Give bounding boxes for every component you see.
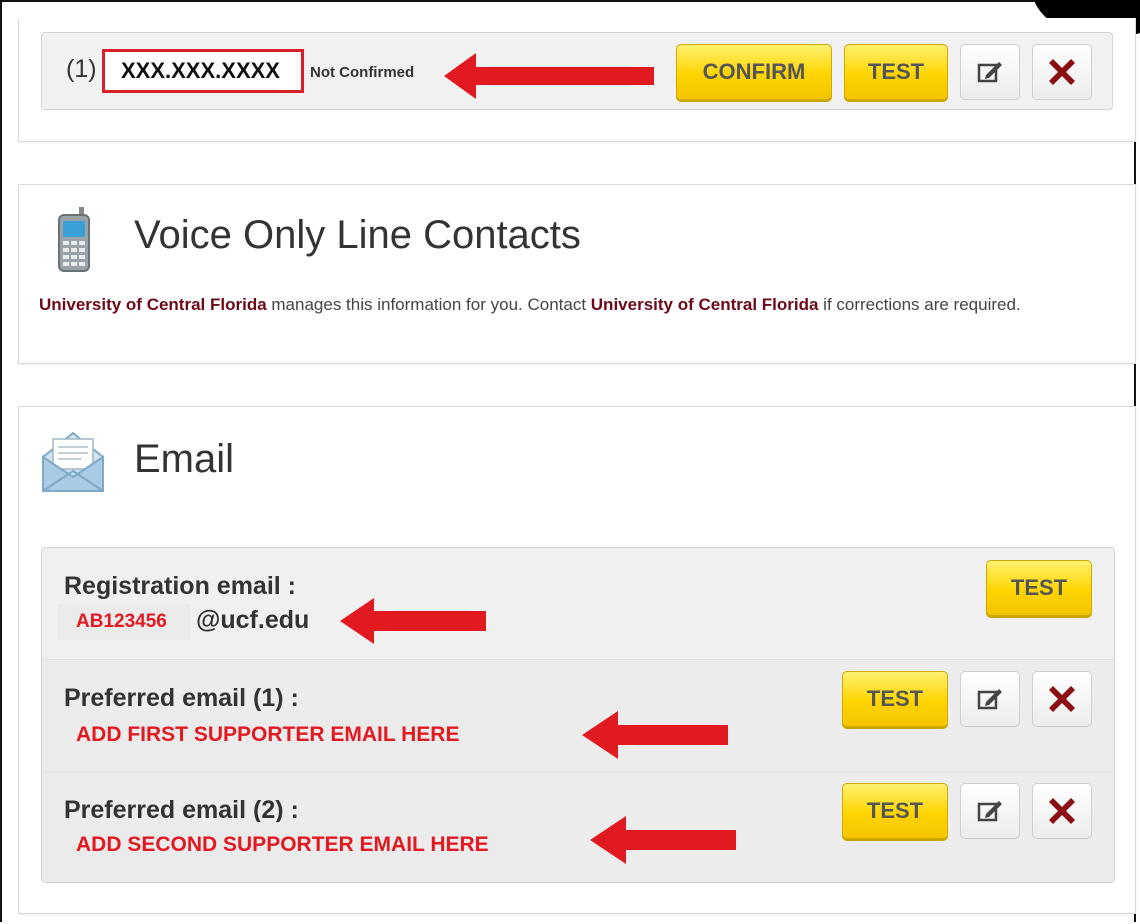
edit-icon [977, 689, 1002, 710]
test-button-label: TEST [866, 686, 924, 711]
delete-button[interactable] [1032, 671, 1092, 727]
preferred-email-row: Preferred email (1) : ADD FIRST SUPPORTE… [42, 660, 1114, 772]
registration-email-value: AB123456 [58, 604, 190, 640]
envelope-icon [42, 431, 104, 492]
test-button[interactable]: TEST [842, 671, 948, 727]
close-icon [1049, 798, 1075, 824]
registration-email-row: Registration email : AB123456 @ucf.edu T… [42, 548, 1114, 660]
registration-email-label: Registration email : [64, 572, 296, 600]
arrow-left-icon [340, 598, 486, 644]
phone-contacts-panel: (1) XXX.XXX.XXXX Not Confirmed CONFIRM T… [18, 18, 1136, 142]
phone-number-highlight: XXX.XXX.XXXX [102, 49, 304, 93]
user-id-text: AB123456 [76, 611, 167, 632]
voice-contacts-panel: Voice Only Line Contacts University of C… [18, 184, 1136, 364]
test-button-label: TEST [866, 798, 924, 823]
email-domain: @ucf.edu [196, 606, 310, 634]
confirm-button[interactable]: CONFIRM [676, 44, 832, 100]
arrow-left-icon [590, 816, 736, 864]
placeholder-text: ADD SECOND SUPPORTER EMAIL HERE [76, 833, 489, 856]
placeholder-text: ADD FIRST SUPPORTER EMAIL HERE [76, 723, 460, 746]
phone-contact-row: (1) XXX.XXX.XXXX Not Confirmed CONFIRM T… [41, 32, 1113, 110]
mobile-phone-icon [58, 207, 90, 272]
managed-info-note: University of Central Florida manages th… [39, 293, 1099, 317]
test-button[interactable]: TEST [844, 44, 948, 100]
edit-button[interactable] [960, 44, 1020, 100]
arrow-left-icon [582, 711, 728, 759]
note-text: manages this information for you. Contac… [266, 295, 591, 314]
test-button-label: TEST [867, 59, 925, 84]
email-list: Registration email : AB123456 @ucf.edu T… [41, 547, 1115, 883]
org-name: University of Central Florida [590, 295, 819, 314]
close-icon [1049, 59, 1075, 85]
phone-number: XXX.XXX.XXXX [121, 58, 280, 83]
confirmation-status: Not Confirmed [310, 64, 415, 81]
email-section-title: Email [134, 437, 235, 481]
close-icon [1049, 686, 1075, 712]
preferred-email-label: Preferred email (1) : [64, 684, 299, 712]
org-name: University of Central Florida [39, 295, 267, 314]
edit-button[interactable] [960, 671, 1020, 727]
confirm-button-label: CONFIRM [702, 59, 806, 84]
contact-index: (1) [66, 55, 97, 83]
preferred-email-placeholder: ADD SECOND SUPPORTER EMAIL HERE [58, 822, 558, 870]
delete-button[interactable] [1032, 44, 1092, 100]
arrow-left-icon [444, 53, 654, 99]
preferred-email-row: Preferred email (2) : ADD SECOND SUPPORT… [42, 772, 1114, 882]
delete-button[interactable] [1032, 783, 1092, 839]
edit-icon [977, 801, 1002, 822]
voice-section-title: Voice Only Line Contacts [134, 213, 581, 257]
preferred-email-placeholder: ADD FIRST SUPPORTER EMAIL HERE [58, 712, 538, 760]
test-button[interactable]: TEST [986, 560, 1092, 616]
note-text-end: if corrections are required. [818, 295, 1021, 314]
edit-icon [977, 62, 1002, 83]
test-button[interactable]: TEST [842, 783, 948, 839]
email-panel: Email Registration email : AB123456 @ucf… [18, 406, 1136, 914]
test-button-label: TEST [1010, 575, 1068, 600]
edit-button[interactable] [960, 783, 1020, 839]
preferred-email-label: Preferred email (2) : [64, 796, 299, 824]
